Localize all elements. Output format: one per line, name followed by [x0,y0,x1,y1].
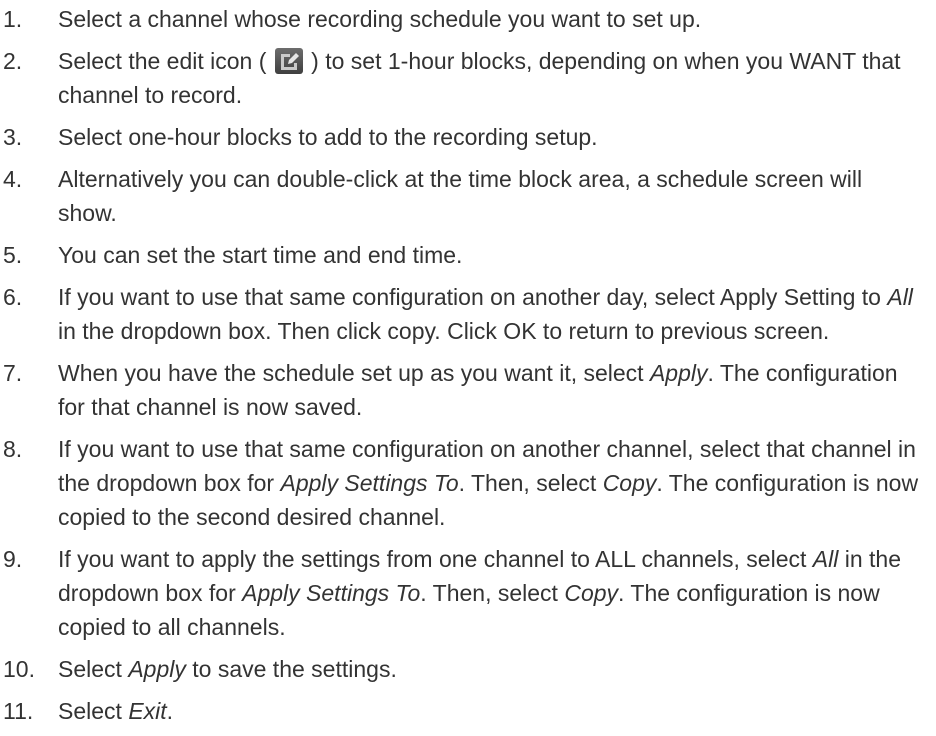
step-number: 6. [3,284,23,310]
text-run: Select [58,656,129,682]
text-run: Select a channel whose recording schedul… [58,6,702,32]
text-run: When you have the schedule set up as you… [58,360,650,386]
text-run: If you want to apply the settings from o… [58,546,813,572]
list-item: 5. You can set the start time and end tim… [0,238,936,272]
text-run: in the dropdown box. Then click copy. Cl… [58,318,830,344]
emphasis-text: Copy [564,580,619,606]
list-item: 8. If you want to use that same configura… [0,432,936,534]
text-run: If you want to use that same configurati… [58,284,888,310]
text-run: to save the settings. [185,656,397,682]
emphasis-text: Exit [128,698,167,724]
list-item: 7. When you have the schedule set up as y… [0,356,936,424]
emphasis-text: Apply Settings To [280,470,459,496]
text-run: Alternatively you can double-click at th… [58,166,863,226]
emphasis-text: All [887,284,913,310]
emphasis-text: Copy [602,470,657,496]
list-item: 3. Select one-hour blocks to add to the r… [0,120,936,154]
list-item: 1. Select a channel whose recording sched… [0,2,936,36]
step-text: If you want to apply the settings from o… [58,542,924,644]
list-item: 10. Select Apply to save the settings. [0,652,936,686]
instruction-list: 1. Select a channel whose recording sched… [0,2,936,736]
step-text: Alternatively you can double-click at th… [58,162,924,230]
text-run: . [166,698,174,724]
emphasis-text: Apply [649,360,708,386]
text-run: . Then, select [420,580,565,606]
step-number: 5. [3,242,23,268]
step-number: 1. [3,6,23,32]
list-item: 2. Select the edit icon ( ) to set 1-hour… [0,44,936,112]
step-text: You can set the start time and end time. [58,238,924,272]
step-number: 9. [3,546,23,572]
step-text: Select a channel whose recording schedul… [58,2,924,36]
step-text: Select Apply to save the settings. [58,652,924,686]
list-item: 9. If you want to apply the settings from… [0,542,936,644]
step-number: 4. [3,166,23,192]
emphasis-text: Apply Settings To [242,580,421,606]
step-number: 8. [3,436,23,462]
text-run: . Then, select [458,470,603,496]
step-text: If you want to use that same configurati… [58,280,924,348]
step-text: When you have the schedule set up as you… [58,356,924,424]
step-number: 2. [3,48,23,74]
list-item: 6. If you want to use that same configura… [0,280,936,348]
step-text: Select Exit. [58,694,924,728]
emphasis-text: Apply [128,656,186,682]
step-text: Select one-hour blocks to add to the rec… [58,120,924,154]
text-run: You can set the start time and end time. [58,242,463,268]
edit-icon [274,48,303,74]
step-number: 11. [3,698,34,724]
step-number: 10. [3,656,35,682]
step-number: 3. [3,124,23,150]
emphasis-text: All [812,546,839,572]
list-item: 11. Select Exit. [0,694,936,728]
step-text: Select the edit icon ( ) to set 1-hour b… [58,44,924,112]
text-run: Select one-hour blocks to add to the rec… [58,124,598,150]
text-run: Select [58,698,129,724]
text-run: Select the edit icon ( [58,48,273,74]
list-item: 4. Alternatively you can double-click at … [0,162,936,230]
step-number: 7. [3,360,23,386]
step-text: If you want to use that same configurati… [58,432,924,534]
